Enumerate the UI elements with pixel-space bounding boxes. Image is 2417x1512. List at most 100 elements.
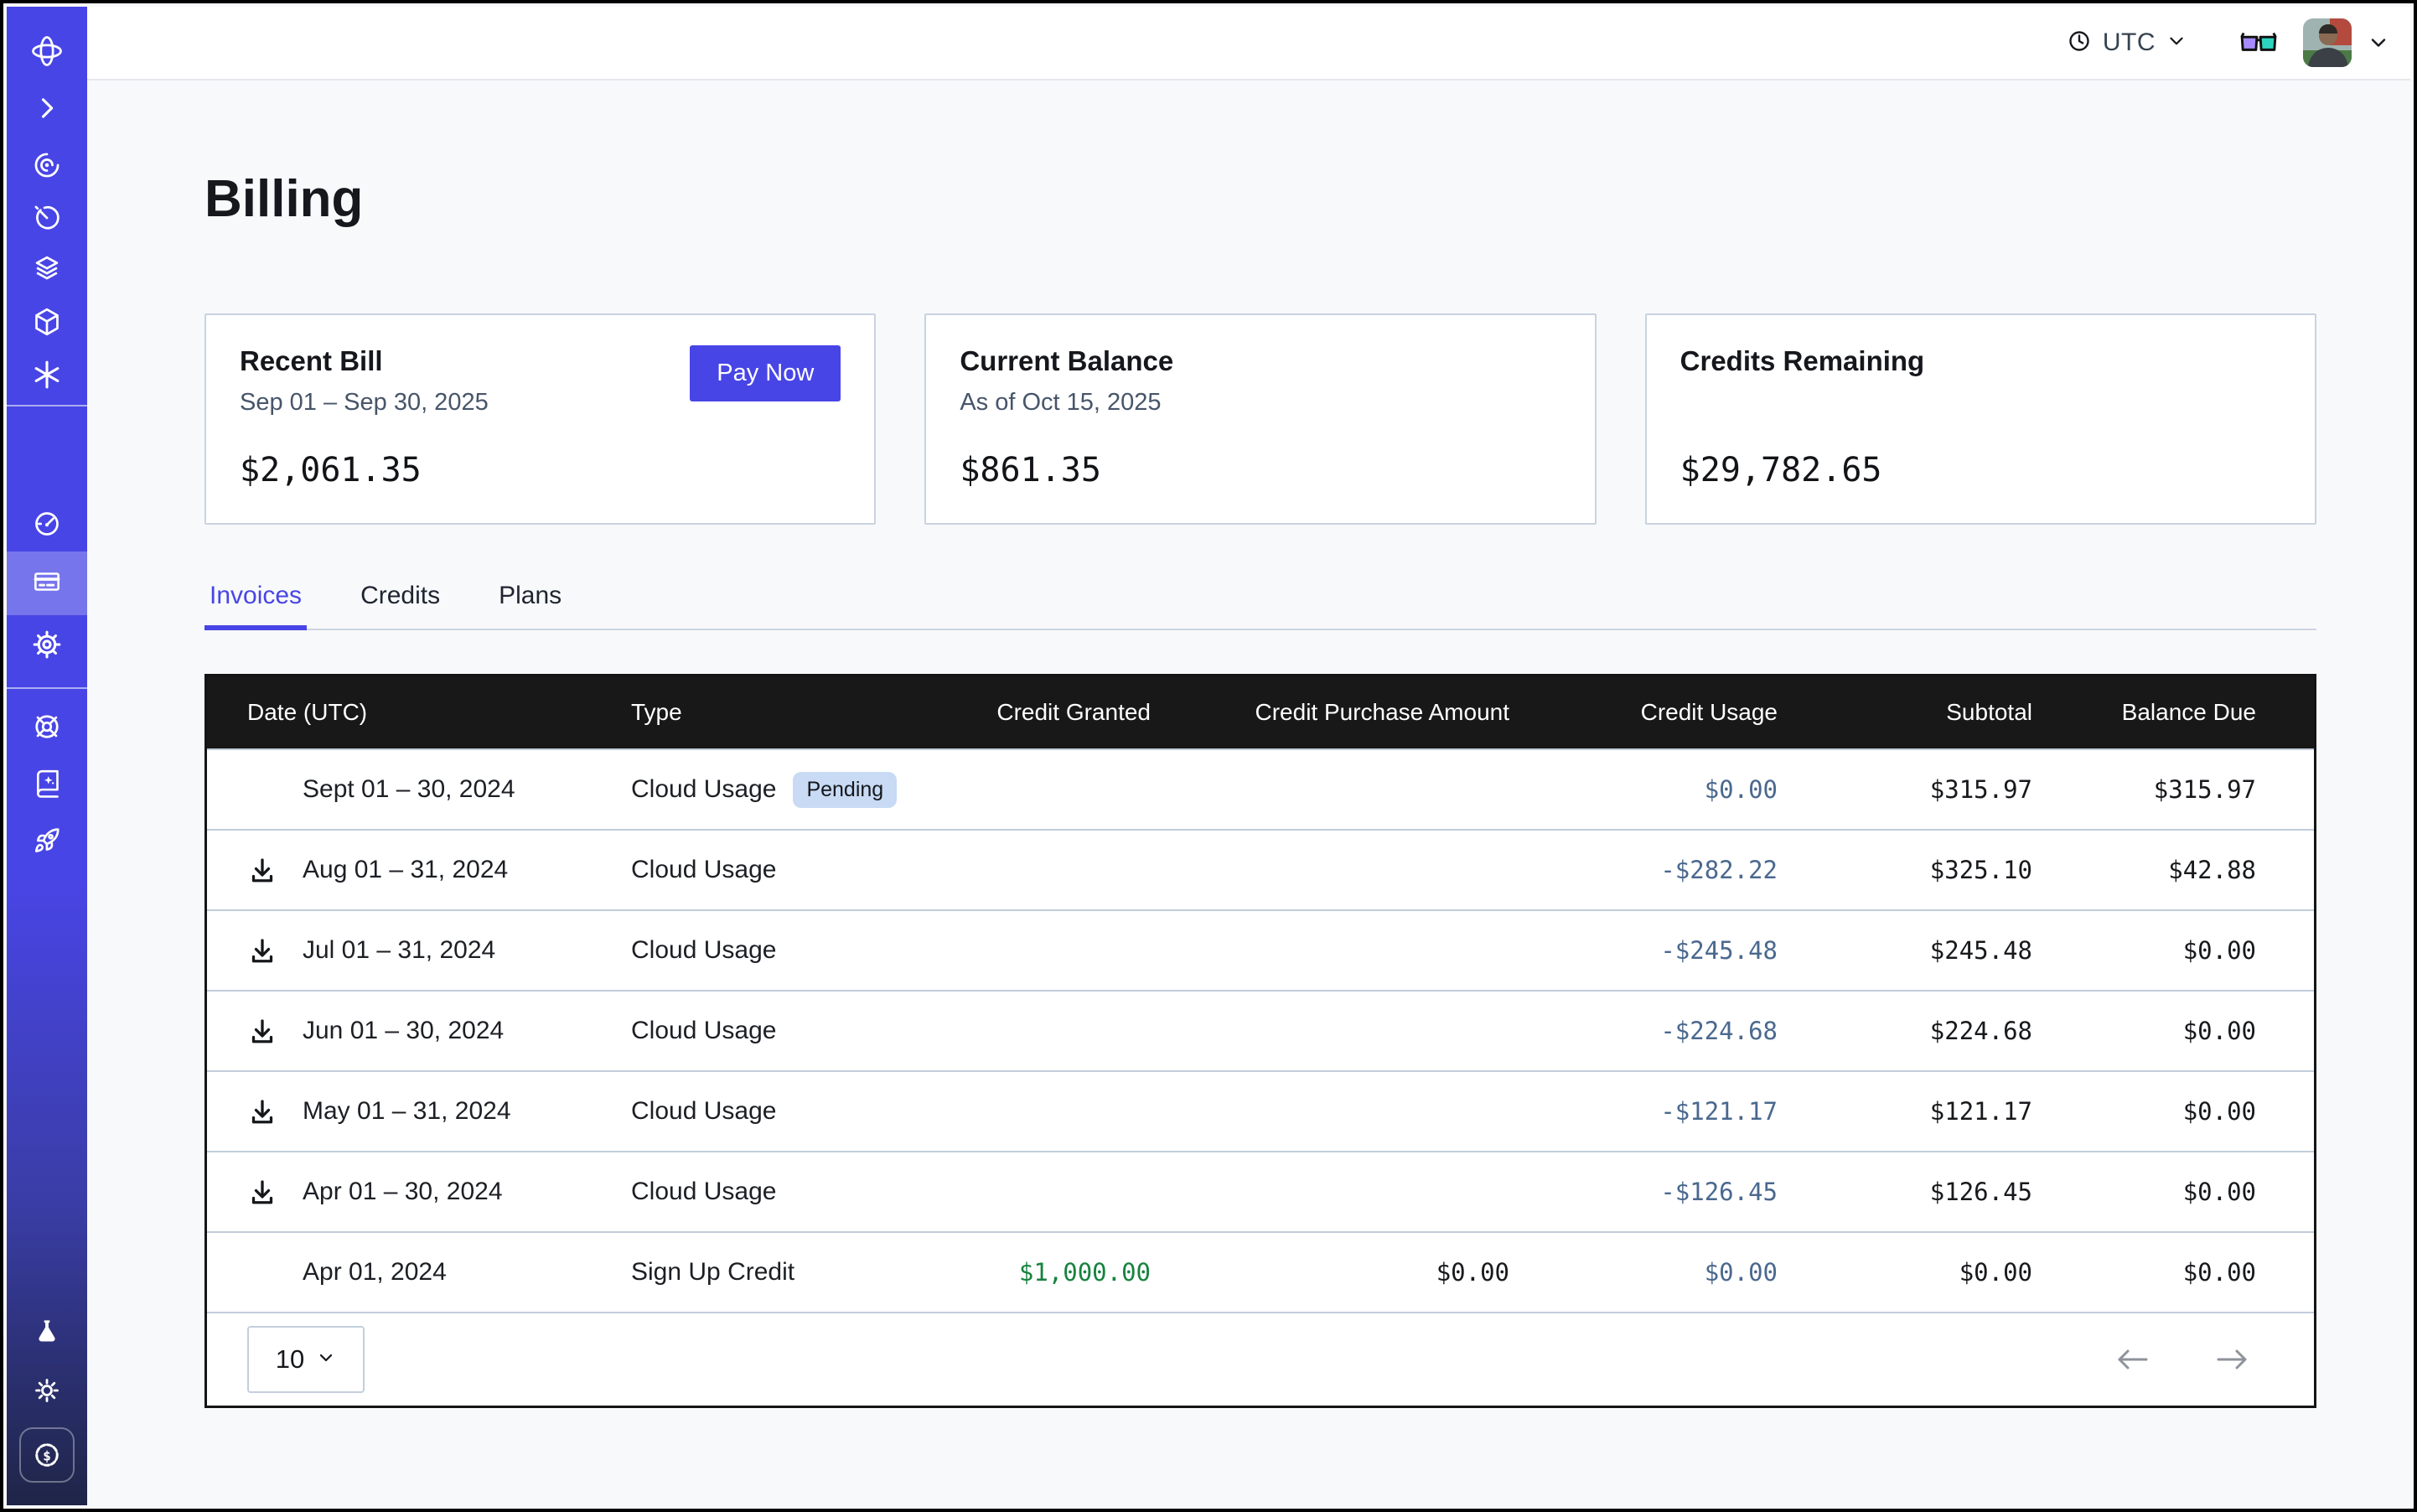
sidebar-item-get-started[interactable] [7,815,87,870]
card-amount: $29,782.65 [1680,451,2281,489]
timezone-selector[interactable]: UTC [2066,28,2187,59]
sidebar-item-logo[interactable] [7,25,87,80]
col-header-subtotal: Subtotal [1794,699,2049,726]
invoice-type: Cloud Usage [631,1097,776,1126]
col-header-credit-purchase: Credit Purchase Amount [1167,699,1526,726]
tab-credits[interactable]: Credits [355,582,445,630]
invoice-type: Cloud Usage [631,1178,776,1206]
download-invoice-icon[interactable] [247,935,277,966]
invoice-type: Cloud Usage [631,936,776,965]
invoice-date: Apr 01 – 30, 2024 [303,1178,503,1206]
credits-remaining-card: Credits Remaining $29,782.65 [1645,313,2316,525]
app-window: $ UTC [0,0,2417,1512]
sidebar-item-billing[interactable] [7,551,87,615]
table-row: Jul 01 – 31, 2024 Cloud Usage -$245.48 $… [207,909,2314,990]
sidebar-divider [7,687,87,689]
col-header-type: Type [631,699,950,726]
sidebar: $ [7,7,87,1505]
current-balance-card: Current Balance As of Oct 15, 2025 $861.… [924,313,1596,525]
sidebar-item-observe[interactable] [7,139,87,194]
timezone-label: UTC [2103,28,2156,57]
cube-icon [31,306,63,342]
balance-due: $0.00 [2049,1178,2319,1206]
chevron-down-icon [316,1348,336,1372]
sidebar-item-theme-toggle[interactable] [7,1364,87,1420]
balance-due: $315.97 [2049,775,2319,804]
download-invoice-icon[interactable] [247,1177,277,1207]
download-invoice-icon[interactable] [247,1096,277,1126]
card-amount: $861.35 [960,451,1560,489]
page-title: Billing [204,169,363,229]
chevron-down-icon [2166,30,2187,56]
dollar-badge-icon: $ [19,1427,75,1483]
subtotal: $0.00 [1794,1258,2049,1287]
invoice-type: Cloud Usage [631,775,776,804]
sidebar-item-settings[interactable] [7,619,87,674]
page-size-value: 10 [276,1344,304,1375]
svg-text:$: $ [43,1447,51,1463]
sidebar-item-expand[interactable] [7,82,87,137]
gauge-icon [31,508,63,544]
balance-due: $0.00 [2049,1258,2319,1287]
asterisk-icon [31,359,63,395]
pay-now-button[interactable]: Pay Now [690,345,841,401]
card-amount: $2,061.35 [240,451,841,489]
clock-icon [2066,28,2093,59]
table-row: Apr 01 – 30, 2024 Cloud Usage -$126.45 $… [207,1151,2314,1231]
table-row: Aug 01 – 31, 2024 Cloud Usage -$282.22 $… [207,829,2314,909]
credit-granted: $1,000.00 [950,1258,1167,1287]
table-row: May 01 – 31, 2024 Cloud Usage -$121.17 $… [207,1070,2314,1151]
sidebar-item-usage[interactable] [7,498,87,553]
balance-due: $0.00 [2049,1097,2319,1126]
credit-usage: -$121.17 [1526,1097,1794,1126]
ship-wheel-icon [31,711,63,747]
previous-page-arrow-icon[interactable] [2111,1344,2155,1375]
sidebar-item-functions[interactable] [7,349,87,404]
card-subtitle: As of Oct 15, 2025 [960,389,1560,417]
subtotal: $325.10 [1794,856,2049,884]
flask-icon [31,1316,63,1352]
table-row: Sept 01 – 30, 2024 Cloud Usage Pending $… [207,748,2314,829]
next-page-arrow-icon[interactable] [2210,1344,2254,1375]
subtotal: $224.68 [1794,1017,2049,1045]
timer-icon [31,202,63,238]
orbit-logo-icon [28,33,65,74]
sidebar-item-credits-reward[interactable]: $ [7,1423,87,1487]
credit-usage: $0.00 [1526,1258,1794,1287]
layers-icon [31,254,63,290]
invoice-date: Jul 01 – 31, 2024 [303,936,495,965]
tab-plans[interactable]: Plans [494,582,567,630]
invoice-date: May 01 – 31, 2024 [303,1097,511,1126]
credit-usage: -$126.45 [1526,1178,1794,1206]
table-header: Date (UTC) Type Credit Granted Credit Pu… [207,676,2314,748]
invoice-date: Sept 01 – 30, 2024 [303,775,515,804]
pagination [2111,1344,2254,1375]
sun-icon [31,1375,63,1411]
invoice-type: Sign Up Credit [631,1258,794,1287]
account-menu-chevron[interactable] [2367,31,2390,54]
tab-invoices[interactable]: Invoices [204,582,307,630]
rocket-icon [31,825,63,861]
card-title: Credits Remaining [1680,345,2281,377]
col-header-date: Date (UTC) [207,699,631,726]
credit-card-icon [31,566,63,602]
recent-bill-card: Recent Bill Sep 01 – Sep 30, 2025 $2,061… [204,313,876,525]
sidebar-item-docs[interactable] [7,758,87,813]
glasses-3d-icon[interactable] [2239,29,2278,56]
credit-usage: -$224.68 [1526,1017,1794,1045]
invoice-date: Aug 01 – 31, 2024 [303,856,508,884]
download-invoice-icon[interactable] [247,1016,277,1046]
sidebar-item-labs[interactable] [7,1306,87,1361]
balance-due: $0.00 [2049,1017,2319,1045]
avatar[interactable] [2303,18,2352,67]
balance-due: $0.00 [2049,936,2319,965]
sidebar-item-support[interactable] [7,701,87,756]
page-size-select[interactable]: 10 [247,1326,365,1393]
sidebar-item-layers[interactable] [7,244,87,299]
download-invoice-icon[interactable] [247,855,277,885]
invoice-type: Cloud Usage [631,1017,776,1045]
sidebar-item-objects[interactable] [7,296,87,351]
subtotal: $121.17 [1794,1097,2049,1126]
sidebar-item-history[interactable] [7,192,87,247]
invoice-date: Apr 01, 2024 [303,1258,447,1287]
